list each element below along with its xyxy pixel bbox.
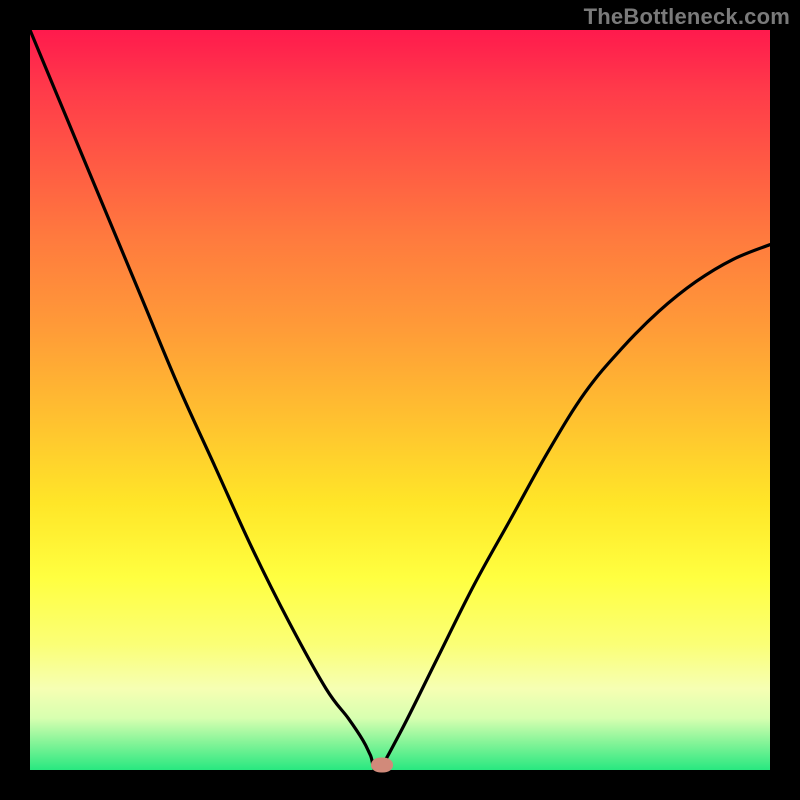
chart-frame: TheBottleneck.com bbox=[0, 0, 800, 800]
bottleneck-curve bbox=[30, 30, 770, 770]
watermark-text: TheBottleneck.com bbox=[584, 4, 790, 30]
plot-area bbox=[30, 30, 770, 770]
optimum-marker bbox=[371, 757, 393, 772]
curve-svg bbox=[30, 30, 770, 770]
